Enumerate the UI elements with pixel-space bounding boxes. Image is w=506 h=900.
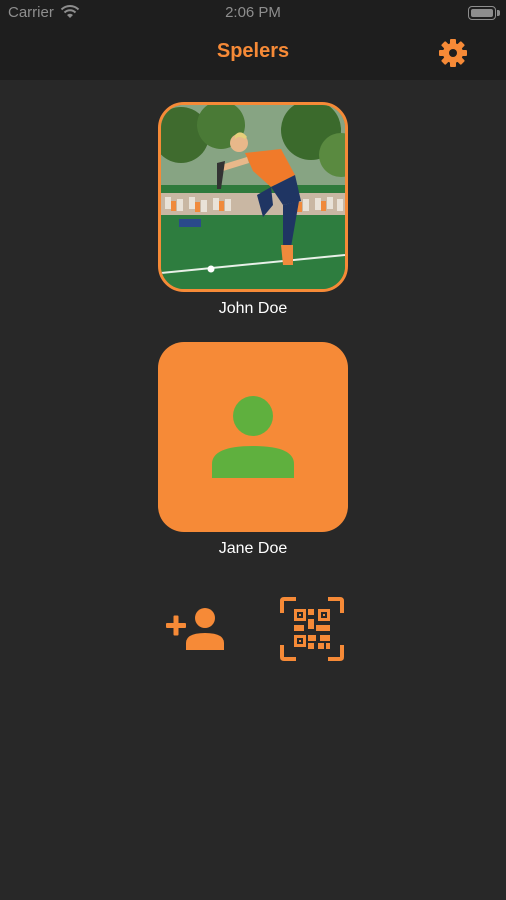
qr-scan-icon[interactable] <box>280 597 344 666</box>
battery-icon <box>468 6 500 20</box>
player-name: Jane Doe <box>218 540 288 557</box>
gear-icon[interactable] <box>437 37 469 69</box>
person-placeholder-icon <box>212 396 294 478</box>
player-card-jane-doe[interactable]: Jane Doe <box>158 342 348 560</box>
player-card-john-doe[interactable]: John Doe <box>158 102 348 320</box>
status-bar: Carrier 2:06 PM <box>0 0 506 26</box>
avatar <box>158 342 348 532</box>
add-person-icon[interactable] <box>164 604 226 657</box>
top-bar: Carrier 2:06 PM Spelers <box>0 0 506 80</box>
player-name: John Doe <box>218 300 288 317</box>
players-screen: Carrier 2:06 PM Spelers John Doe Jane Do… <box>0 0 506 900</box>
status-time: 2:06 PM <box>225 4 281 21</box>
player-photo <box>158 102 348 292</box>
page-title: Spelers <box>216 40 290 62</box>
